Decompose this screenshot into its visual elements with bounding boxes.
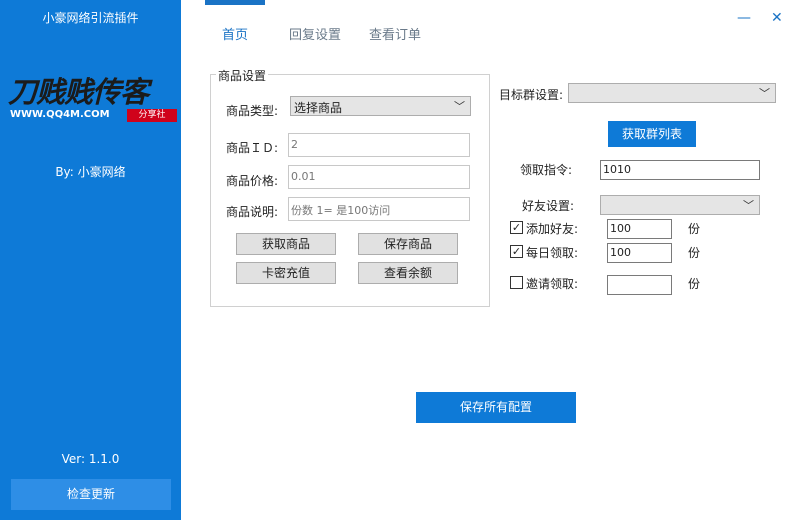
minimize-button[interactable]: — (737, 10, 751, 26)
active-tab-indicator (205, 0, 265, 5)
chevron-down-icon: ﹀ (759, 87, 770, 100)
daily-claim-checkbox[interactable]: ✓ (510, 245, 523, 258)
chevron-down-icon: ﹀ (743, 199, 754, 212)
chevron-down-icon: ﹀ (454, 100, 465, 113)
target-group-label: 目标群设置: (499, 88, 564, 102)
checkmark-icon: ✓ (511, 245, 522, 258)
card-recharge-button[interactable]: 卡密充值 (236, 262, 336, 284)
invite-claim-input[interactable] (607, 275, 672, 295)
logo-url: WWW.QQ4M.COM (10, 109, 110, 120)
product-desc-input[interactable]: 份数 1= 是100访问 (288, 197, 470, 221)
view-balance-button[interactable]: 查看余额 (358, 262, 458, 284)
save-product-button[interactable]: 保存商品 (358, 233, 458, 255)
invite-claim-label: 邀请领取: (526, 277, 579, 291)
check-update-button[interactable]: 检查更新 (11, 479, 171, 510)
daily-claim-input[interactable]: 100 (607, 243, 672, 263)
product-price-label: 商品价格: (226, 174, 279, 188)
tab-home[interactable]: 首页 (222, 24, 248, 43)
friend-settings-label: 好友设置: (522, 199, 575, 213)
daily-claim-unit: 份 (688, 246, 701, 260)
tab-reply-settings[interactable]: 回复设置 (289, 24, 341, 43)
author-label: By: 小豪网络 (55, 165, 126, 179)
product-type-select[interactable]: 选择商品 ﹀ (290, 96, 471, 116)
daily-claim-label: 每日领取: (526, 246, 579, 260)
invite-claim-checkbox[interactable] (510, 276, 523, 289)
sidebar: 小豪网络引流插件 刀贱贱传客 WWW.QQ4M.COM 分享社 By: 小豪网络… (0, 0, 181, 520)
add-friend-unit: 份 (688, 222, 701, 236)
target-group-select[interactable]: ﹀ (568, 83, 776, 103)
product-type-value: 选择商品 (294, 101, 343, 115)
product-settings-title: 商品设置 (216, 67, 269, 84)
logo-wordmark: 刀贱贱传客 (8, 75, 149, 109)
invite-claim-unit: 份 (688, 277, 701, 291)
top-bar: 首页 回复设置 查看订单 — ✕ (181, 0, 800, 60)
get-group-list-button[interactable]: 获取群列表 (608, 121, 696, 147)
product-type-label: 商品类型: (226, 104, 279, 118)
product-desc-label: 商品说明: (226, 205, 279, 219)
get-product-button[interactable]: 获取商品 (236, 233, 336, 255)
add-friend-input[interactable]: 100 (607, 219, 672, 239)
command-input[interactable]: 1010 (600, 160, 760, 180)
product-price-input[interactable]: 0.01 (288, 165, 470, 189)
command-label: 领取指令: (520, 163, 573, 177)
product-id-label: 商品ＩＤ: (226, 141, 279, 155)
product-id-input[interactable]: 2 (288, 133, 470, 157)
checkmark-icon: ✓ (511, 221, 522, 234)
logo-tag: 分享社 (127, 109, 177, 122)
app-title: 小豪网络引流插件 (42, 11, 139, 25)
brand-logo: 刀贱贱传客 WWW.QQ4M.COM 分享社 (8, 76, 178, 124)
save-all-config-button[interactable]: 保存所有配置 (416, 392, 576, 423)
friend-settings-select[interactable]: ﹀ (600, 195, 760, 215)
add-friend-checkbox[interactable]: ✓ (510, 221, 523, 234)
add-friend-label: 添加好友: (526, 222, 579, 236)
tab-view-orders[interactable]: 查看订单 (369, 24, 421, 43)
close-button[interactable]: ✕ (771, 10, 783, 26)
version-label: Ver: 1.1.0 (61, 452, 120, 466)
